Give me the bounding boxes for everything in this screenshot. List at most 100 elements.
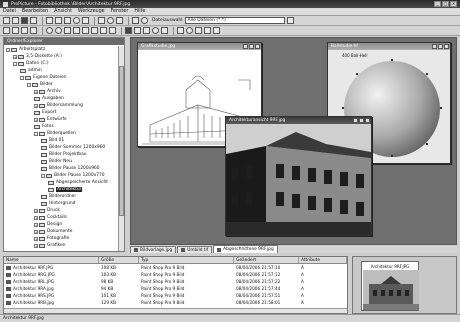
folder-tree-item[interactable]: + Fotografie [34,235,69,242]
column-type[interactable]: Typ [139,257,234,263]
close-icon[interactable] [444,44,449,49]
menu-view[interactable]: Ansicht [54,9,72,14]
ball-window-title[interactable]: Ballstudie.tif [328,43,450,50]
column-name[interactable]: Name [4,257,99,263]
contrast-icon[interactable] [143,27,150,34]
folder-tree-item[interactable]: + Dokumente [34,228,72,235]
folder-tree-item[interactable]: + Druck [34,207,60,214]
collapse-icon[interactable]: - [13,61,17,66]
maximize-button[interactable]: □ [442,1,449,7]
cut-icon[interactable] [46,17,53,24]
copy-icon[interactable] [55,17,62,24]
zoom-out-icon[interactable] [55,27,62,34]
folder-scrollbar[interactable] [118,46,124,251]
folder-tree-item[interactable]: + Grafiken [34,242,66,249]
email-icon[interactable] [213,27,220,34]
column-size[interactable]: Größe [99,257,139,263]
minimize-button[interactable]: _ [434,1,441,7]
folder-tree-item[interactable]: Bilder Projektbau [41,151,87,158]
paste-icon[interactable] [64,17,71,24]
resize-icon[interactable] [161,27,168,34]
folder-tree-item[interactable]: + Cocktails [34,214,67,221]
folder-tree-item[interactable]: - Bilder Pause 1200x770 [41,172,105,179]
help-icon[interactable] [141,17,148,24]
rotate-left-icon[interactable] [91,27,98,34]
folder-tree-item[interactable]: + Bildersammlung [34,102,83,109]
minimize-icon[interactable] [432,44,437,49]
rotate-right-icon[interactable] [100,27,107,34]
new-icon[interactable] [3,17,10,24]
folder-tree-item[interactable]: admin [20,67,42,74]
folder-tree-item[interactable]: Ausgaben [34,95,64,102]
open-icon[interactable] [12,17,19,24]
menu-file[interactable]: Datei [3,9,16,14]
folder-tree-item[interactable]: Bilder Neu [41,158,72,165]
expand-icon[interactable]: + [34,222,38,227]
eyedropper-icon[interactable] [186,27,193,34]
folder-tree-item[interactable]: - Daten (C:) [13,60,49,67]
tab-abgeschnittene[interactable]: Abgeschnittene 9RF.jpg [213,245,278,253]
folder-tree-item[interactable]: + Entwürfe [34,116,67,123]
brightness-icon[interactable] [134,27,141,34]
folder-tree-item[interactable]: + Archiv [34,88,61,95]
preview-icon[interactable] [30,27,37,34]
preview-thumbnail[interactable]: Architektur 9RF.JPG [361,261,419,311]
maximize-icon[interactable] [249,44,254,49]
thumbnail-view-icon[interactable] [3,27,10,34]
column-attributes[interactable]: Attribute [299,257,347,263]
expand-icon[interactable]: + [34,243,38,248]
menu-edit[interactable]: Bearbeiten [22,9,48,14]
undo-icon[interactable] [82,17,89,24]
text-tool-icon[interactable] [195,27,202,34]
file-list-scrollbar[interactable] [4,308,347,313]
collapse-icon[interactable]: - [20,75,24,80]
collapse-icon[interactable]: - [27,82,31,87]
flip-icon[interactable] [109,27,116,34]
folder-tree-item[interactable]: Export [34,109,56,116]
folder-tree-item[interactable]: - Eigene Dateien [20,74,67,81]
collapse-icon[interactable]: - [6,47,10,52]
menu-help[interactable]: Hilfe [134,9,145,14]
minimize-icon[interactable] [353,118,358,123]
table-row[interactable]: Architektur 9RL.JPG 98 KB Paint Shop Pro 9… [4,278,347,285]
settings-icon[interactable] [132,17,139,24]
zoom-in-icon[interactable] [46,27,53,34]
maximize-icon[interactable] [438,44,443,49]
folder-tree-item[interactable]: Architektur [48,186,83,193]
photo-window-title[interactable]: Architekturansicht 9RF.jpg [226,117,371,124]
expand-icon[interactable]: + [34,89,38,94]
tab-bildvorlage[interactable]: Bildvorlage.jpg [130,246,177,253]
column-modified[interactable]: Geändert [234,257,299,263]
list-view-icon[interactable] [12,27,19,34]
close-icon[interactable] [255,44,260,49]
slideshow-icon[interactable] [107,17,114,24]
folder-tree-item[interactable]: Hintergrund [41,200,75,207]
expand-icon[interactable]: + [34,208,38,213]
maximize-icon[interactable] [359,118,364,123]
folder-tree-item[interactable]: +3,5-Diskette (A:) [13,53,62,60]
minimize-icon[interactable] [243,44,248,49]
zoom-fit-icon[interactable] [64,27,71,34]
browse-icon[interactable] [98,17,105,24]
menu-window[interactable]: Fenster [111,9,129,14]
scrollbar-thumb[interactable] [119,66,124,216]
sketch-window-title[interactable]: Grafikstudie.jpg [138,43,261,50]
expand-icon[interactable]: + [34,103,38,108]
close-button[interactable]: × [450,1,457,7]
folder-tree-item[interactable]: - Bilderquellen [34,130,76,137]
table-row[interactable]: Architektur 9RF.JPG 108 KB Paint Shop Pro … [4,264,347,271]
folder-tree-item[interactable]: Bilder Pause 1200x960 [41,165,100,172]
sharpen-icon[interactable] [152,27,159,34]
crop-icon[interactable] [82,27,89,34]
refresh-icon[interactable] [73,17,80,24]
collapse-icon[interactable]: - [41,173,45,178]
color-icon[interactable] [125,27,132,34]
menu-tools[interactable]: Werkzeuge [78,9,105,14]
folder-tree-item[interactable]: + Design [34,221,62,228]
table-row[interactable]: Architektur 9RG.JPG 103 KB Paint Shop Pro … [4,271,347,278]
filter-icon[interactable] [204,27,211,34]
expand-icon[interactable]: + [13,54,17,59]
expand-icon[interactable]: + [34,117,38,122]
folder-tree-item[interactable]: Bild 01 [41,137,64,144]
filter-dropdown[interactable]: Alle Dateien (*.*) [184,17,285,24]
